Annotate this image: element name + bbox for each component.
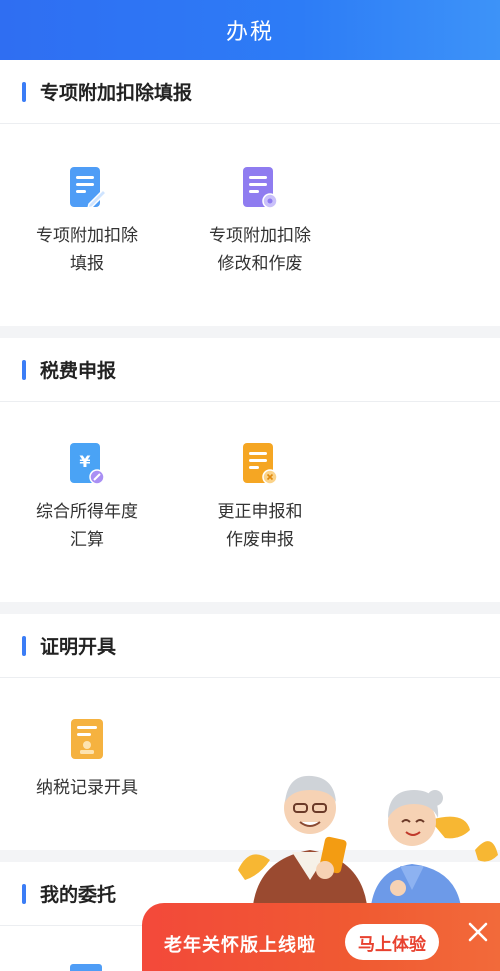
tile-tax-record[interactable]: 纳税记录开具 bbox=[2, 716, 172, 802]
doc-cancel-icon bbox=[240, 440, 280, 486]
tile-special-deduction-fill[interactable]: 专项附加扣除 填报 bbox=[2, 164, 172, 278]
section-title: 专项附加扣除填报 bbox=[40, 82, 193, 104]
tile-correct-void-filing[interactable]: 更正申报和 作废申报 bbox=[175, 440, 345, 554]
top-app-bar: 办税 bbox=[0, 0, 500, 60]
section-title: 税费申报 bbox=[40, 360, 117, 382]
page-title: 办税 bbox=[225, 20, 274, 45]
close-icon[interactable] bbox=[463, 917, 493, 947]
section-accent-bar bbox=[22, 635, 26, 656]
section-title: 我的委托 bbox=[40, 884, 117, 906]
elderly-couple-illustration bbox=[230, 760, 500, 920]
try-now-button[interactable]: 马上体验 bbox=[345, 924, 439, 960]
section-special-deduction: 专项附加扣除填报 专项附加扣除 填报 专项附加扣除 修改和作废 bbox=[0, 60, 500, 326]
section-accent-bar bbox=[22, 359, 26, 380]
partial-tile-icon bbox=[70, 964, 102, 971]
tile-label: 专项附加扣除 填报 bbox=[36, 226, 138, 274]
section-header: 证明开具 bbox=[0, 614, 500, 678]
section-header: 专项附加扣除填报 bbox=[0, 60, 500, 124]
section-header: 税费申报 bbox=[0, 338, 500, 402]
yuan-doc-icon: ¥ bbox=[67, 440, 107, 486]
svg-text:¥: ¥ bbox=[79, 452, 90, 471]
section-accent-bar bbox=[22, 883, 26, 904]
form-settings-icon bbox=[240, 164, 280, 210]
tile-label: 纳税记录开具 bbox=[36, 778, 138, 798]
tile-label: 专项附加扣除 修改和作废 bbox=[209, 226, 311, 274]
tile-label: 综合所得年度 汇算 bbox=[36, 502, 138, 550]
certificate-icon bbox=[67, 716, 107, 762]
section-tax-filing: 税费申报 ¥ 综合所得年度 汇算 更正申报和 作废申报 bbox=[0, 338, 500, 602]
tile-label: 更正申报和 作废申报 bbox=[217, 502, 303, 550]
elderly-mode-banner[interactable]: 老年关怀版上线啦 马上体验 bbox=[142, 903, 500, 971]
banner-text: 老年关怀版上线啦 bbox=[164, 935, 316, 956]
section-accent-bar bbox=[22, 81, 26, 102]
form-edit-icon bbox=[67, 164, 108, 210]
section-title: 证明开具 bbox=[40, 636, 117, 658]
tile-annual-settlement[interactable]: ¥ 综合所得年度 汇算 bbox=[2, 440, 172, 554]
tile-special-deduction-modify[interactable]: 专项附加扣除 修改和作废 bbox=[175, 164, 345, 278]
